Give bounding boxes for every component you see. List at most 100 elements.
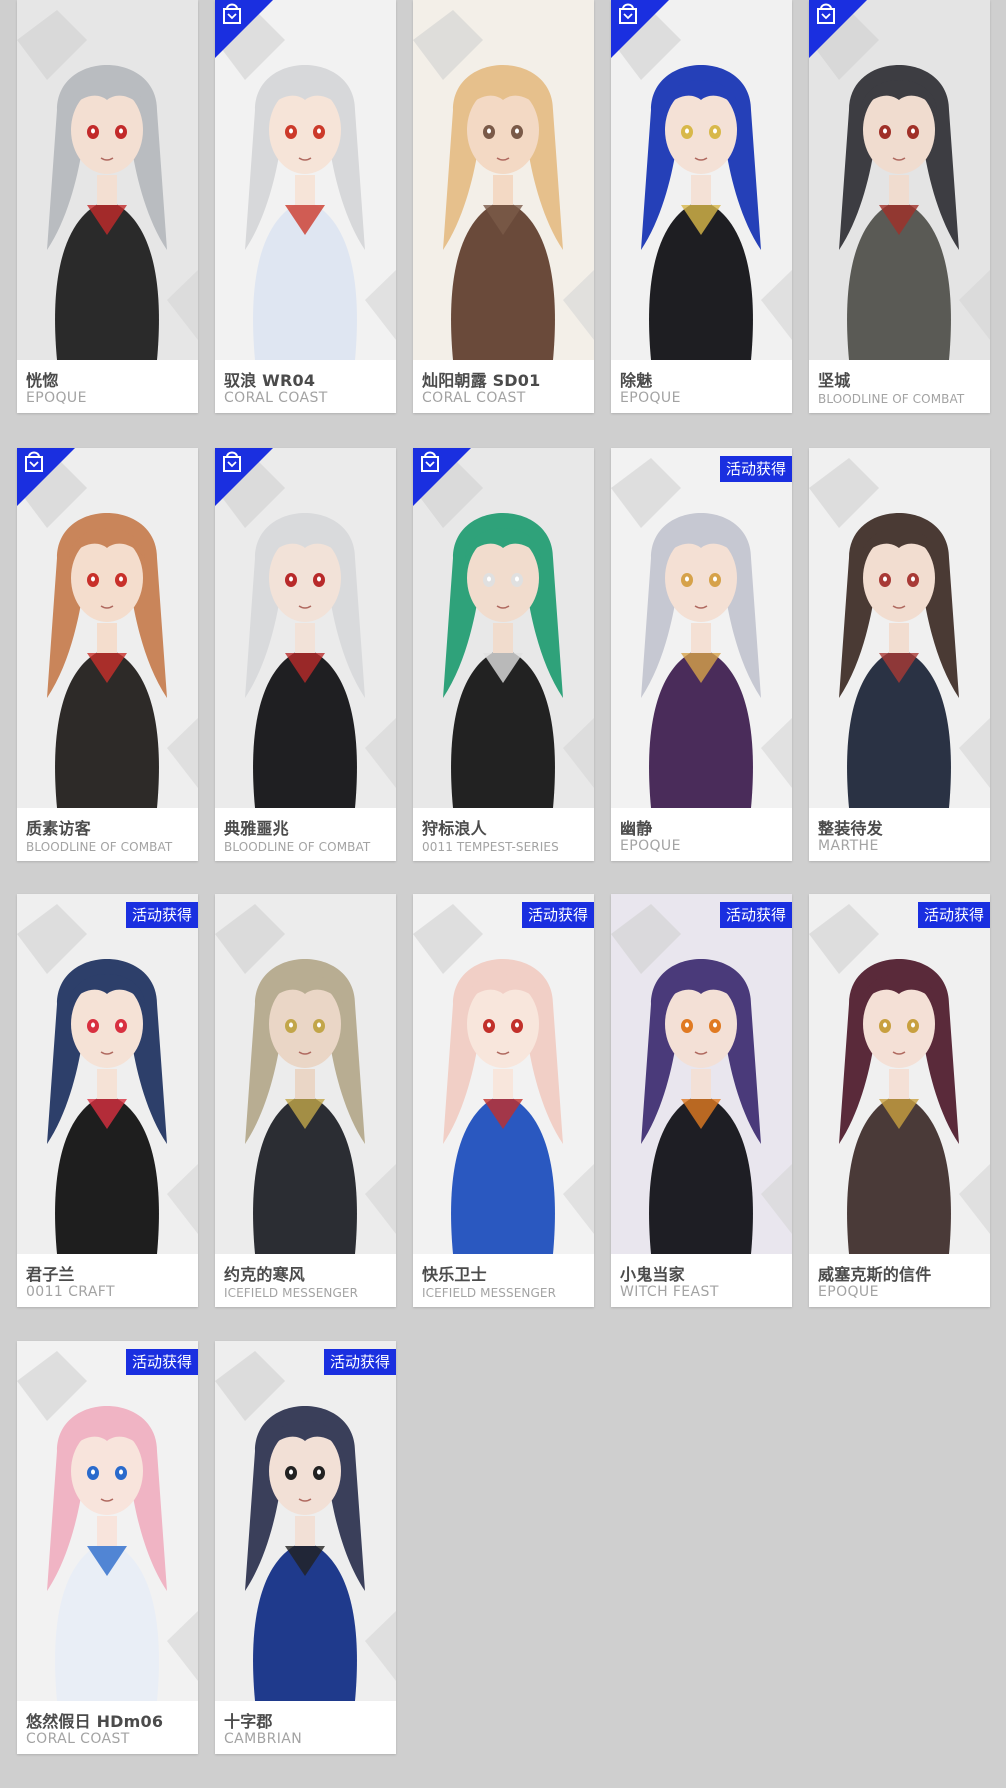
skin-brand: 0011 TEMPEST-SERIES: [422, 840, 559, 854]
card-label-area: 坚城 BLOODLINE OF COMBAT: [809, 360, 990, 413]
skin-name: 幽静: [620, 819, 653, 838]
skin-name: 灿阳朝露 SD01: [422, 371, 541, 390]
skin-artwork: [17, 894, 198, 1254]
skin-brand: CORAL COAST: [224, 390, 328, 406]
skin-artwork: [215, 1341, 396, 1701]
card-label-area: 除魅 EPOQUE: [611, 360, 792, 413]
skin-card[interactable]: 活动获得小鬼当家 WITCH FEAST: [611, 894, 792, 1307]
skin-brand: BLOODLINE OF COMBAT: [818, 392, 965, 406]
skin-card[interactable]: 活动获得威塞克斯的信件 EPOQUE: [809, 894, 990, 1307]
skin-name: 驭浪 WR04: [224, 371, 316, 390]
skin-name: 整装待发: [818, 819, 883, 838]
card-label-area: 典雅噩兆 BLOODLINE OF COMBAT: [215, 808, 396, 861]
skin-card[interactable]: 典雅噩兆 BLOODLINE OF COMBAT: [215, 448, 396, 861]
skin-name: 恍惚: [26, 371, 59, 390]
character-art: [17, 0, 198, 360]
skin-brand: EPOQUE: [620, 838, 681, 854]
store-bag-icon: [215, 448, 273, 506]
skin-name: 典雅噩兆: [224, 819, 289, 838]
skin-brand: EPOQUE: [620, 390, 681, 406]
skin-card[interactable]: 质素访客 BLOODLINE OF COMBAT: [17, 448, 198, 861]
skin-name: 十字郡: [224, 1712, 273, 1731]
card-label-area: 威塞克斯的信件 EPOQUE: [809, 1254, 990, 1307]
event-obtain-badge: 活动获得: [521, 902, 594, 928]
card-label-area: 幽静 EPOQUE: [611, 808, 792, 861]
character-art: [215, 1341, 396, 1701]
skin-brand: ICEFIELD MESSENGER: [422, 1286, 557, 1300]
event-obtain-badge: 活动获得: [917, 902, 990, 928]
skin-name: 小鬼当家: [620, 1265, 685, 1284]
character-art: [413, 894, 594, 1254]
store-bag-icon: [17, 448, 75, 506]
skin-card[interactable]: 活动获得快乐卫士 ICEFIELD MESSENGER: [413, 894, 594, 1307]
card-label-area: 快乐卫士 ICEFIELD MESSENGER: [413, 1254, 594, 1307]
skin-artwork: [413, 0, 594, 360]
skin-brand: CORAL COAST: [26, 1731, 130, 1747]
store-bag-icon: [611, 0, 669, 58]
skin-grid: 恍惚 EPOQUE 驭浪 WR04 CORAL COAST 灿阳朝露 SD01 …: [0, 0, 1006, 1788]
skin-artwork: [413, 894, 594, 1254]
card-label-area: 狩标浪人 0011 TEMPEST-SERIES: [413, 808, 594, 861]
skin-artwork: [611, 448, 792, 808]
skin-brand: CORAL COAST: [422, 390, 526, 406]
skin-name: 快乐卫士: [422, 1265, 487, 1284]
skin-artwork: [611, 894, 792, 1254]
event-obtain-badge: 活动获得: [719, 902, 792, 928]
event-obtain-badge: 活动获得: [719, 456, 792, 482]
skin-card[interactable]: 活动获得君子兰 0011 CRAFT: [17, 894, 198, 1307]
store-bag-icon: [413, 448, 471, 506]
skin-artwork: [17, 1341, 198, 1701]
store-bag-icon: [809, 0, 867, 58]
character-art: [809, 448, 990, 808]
skin-brand: CAMBRIAN: [224, 1731, 303, 1747]
card-label-area: 约克的寒风 ICEFIELD MESSENGER: [215, 1254, 396, 1307]
skin-brand: EPOQUE: [818, 1284, 879, 1300]
event-obtain-badge: 活动获得: [125, 1349, 198, 1375]
character-art: [215, 894, 396, 1254]
skin-artwork: [809, 894, 990, 1254]
skin-card[interactable]: 狩标浪人 0011 TEMPEST-SERIES: [413, 448, 594, 861]
card-label-area: 质素访客 BLOODLINE OF COMBAT: [17, 808, 198, 861]
skin-card[interactable]: 整装待发 MARTHE: [809, 448, 990, 861]
skin-brand: ICEFIELD MESSENGER: [224, 1286, 359, 1300]
skin-name: 坚城: [818, 371, 851, 390]
skin-card[interactable]: 坚城 BLOODLINE OF COMBAT: [809, 0, 990, 413]
card-label-area: 恍惚 EPOQUE: [17, 360, 198, 413]
skin-card[interactable]: 约克的寒风 ICEFIELD MESSENGER: [215, 894, 396, 1307]
character-art: [809, 894, 990, 1254]
skin-name: 威塞克斯的信件: [818, 1265, 932, 1284]
skin-card[interactable]: 活动获得幽静 EPOQUE: [611, 448, 792, 861]
store-bag-icon: [215, 0, 273, 58]
event-obtain-badge: 活动获得: [323, 1349, 396, 1375]
skin-name: 质素访客: [26, 819, 91, 838]
skin-name: 悠然假日 HDm06: [26, 1712, 164, 1731]
card-label-area: 驭浪 WR04 CORAL COAST: [215, 360, 396, 413]
character-art: [17, 1341, 198, 1701]
card-label-area: 小鬼当家 WITCH FEAST: [611, 1254, 792, 1307]
skin-brand: WITCH FEAST: [620, 1284, 719, 1300]
skin-brand: BLOODLINE OF COMBAT: [26, 840, 173, 854]
character-art: [611, 448, 792, 808]
skin-brand: EPOQUE: [26, 390, 87, 406]
skin-artwork: [809, 448, 990, 808]
skin-card[interactable]: 除魅 EPOQUE: [611, 0, 792, 413]
skin-card[interactable]: 活动获得悠然假日 HDm06 CORAL COAST: [17, 1341, 198, 1754]
skin-brand: MARTHE: [818, 838, 879, 854]
skin-name: 除魅: [620, 371, 653, 390]
event-obtain-badge: 活动获得: [125, 902, 198, 928]
skin-brand: BLOODLINE OF COMBAT: [224, 840, 371, 854]
skin-name: 约克的寒风: [224, 1265, 306, 1284]
skin-brand: 0011 CRAFT: [26, 1284, 115, 1300]
skin-card[interactable]: 灿阳朝露 SD01 CORAL COAST: [413, 0, 594, 413]
card-label-area: 整装待发 MARTHE: [809, 808, 990, 861]
card-label-area: 悠然假日 HDm06 CORAL COAST: [17, 1701, 198, 1754]
skin-card[interactable]: 驭浪 WR04 CORAL COAST: [215, 0, 396, 413]
skin-name: 狩标浪人: [422, 819, 487, 838]
card-label-area: 君子兰 0011 CRAFT: [17, 1254, 198, 1307]
skin-artwork: [215, 894, 396, 1254]
skin-card[interactable]: 活动获得十字郡 CAMBRIAN: [215, 1341, 396, 1754]
skin-name: 君子兰: [26, 1265, 75, 1284]
skin-card[interactable]: 恍惚 EPOQUE: [17, 0, 198, 413]
skin-artwork: [17, 0, 198, 360]
card-label-area: 灿阳朝露 SD01 CORAL COAST: [413, 360, 594, 413]
